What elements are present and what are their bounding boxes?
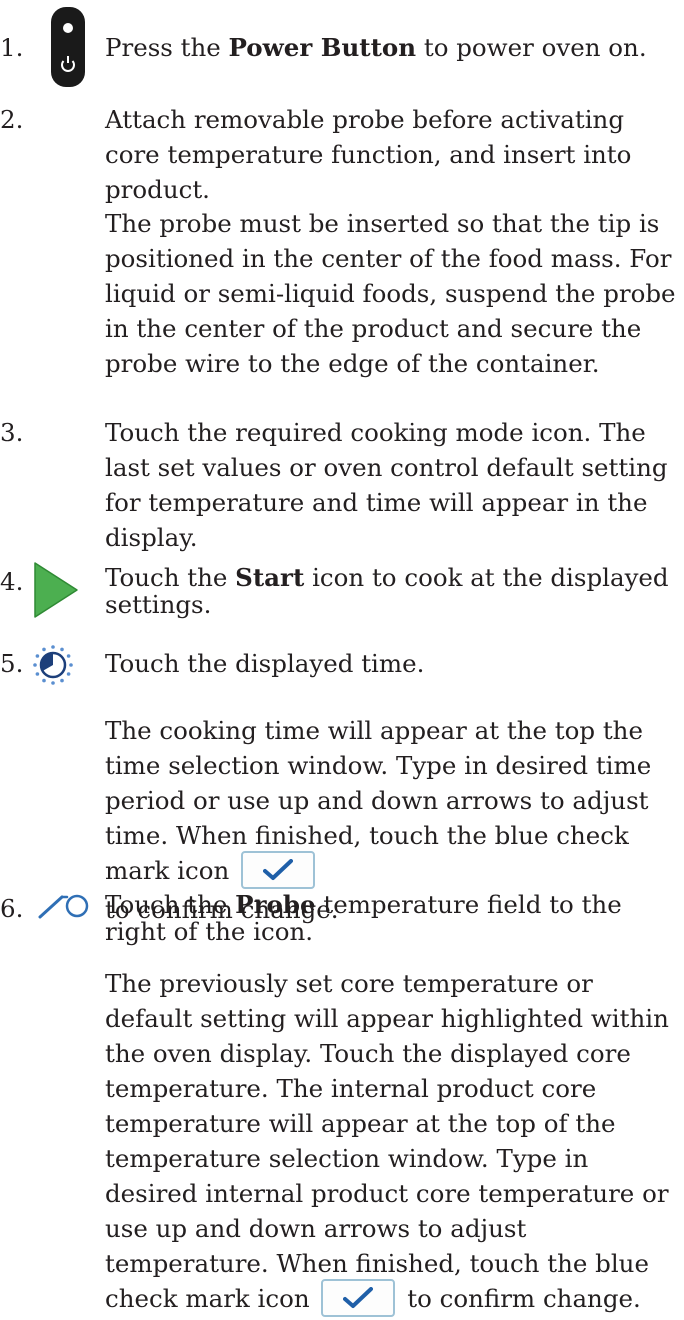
check-mark-button [241,850,316,889]
step-number: 5. [0,649,24,678]
step-text: Touch the Probe temperature field to the… [105,890,622,946]
power-button-icon [50,6,86,97]
step-note: The previously set core temperature or d… [105,966,680,1320]
step-text: Attach removable probe before activating… [105,105,632,204]
step-text: Touch the required cooking mode icon. Th… [105,418,668,552]
probe-icon [36,891,96,930]
step-number: 4. [0,567,24,596]
probe-label: Probe [235,890,316,919]
step-number: 1. [0,33,24,62]
start-play-icon [32,560,80,629]
step-text: Press the Power Button to power oven on. [105,33,647,62]
step-number: 3. [0,418,24,447]
timer-icon [32,644,74,695]
step-note: The probe must be inserted so that the t… [105,209,676,378]
step-text: Touch the displayed time. [105,649,425,678]
power-button-label: Power Button [228,33,417,62]
step-number: 6. [0,894,24,923]
step-text: Touch the Start icon to cook at the disp… [105,563,669,619]
step-number: 2. [0,105,24,134]
check-mark-button [321,1278,396,1317]
start-label: Start [235,563,305,592]
